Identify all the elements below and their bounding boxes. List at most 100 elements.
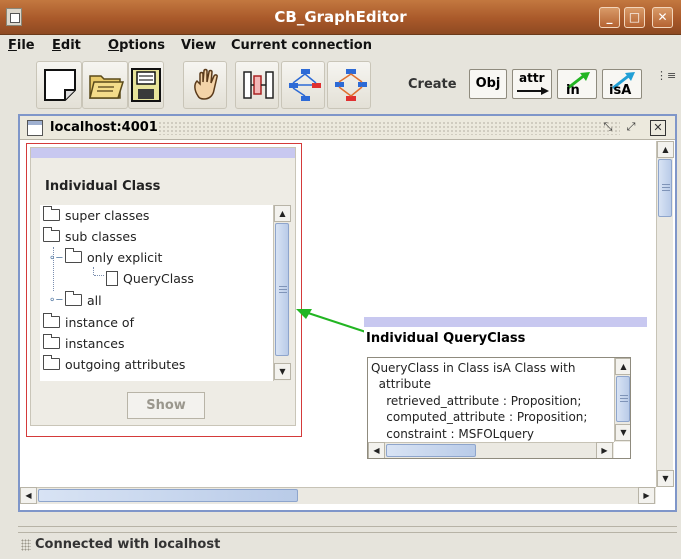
status-bar: Connected with localhost [18,532,677,556]
scroll-up-icon[interactable]: ▲ [274,205,291,222]
tree-item-outgoing-attributes[interactable]: outgoing attributes [43,355,185,377]
scroll-right-icon[interactable]: ▶ [596,442,613,458]
status-divider [18,526,677,527]
definition-line: QueryClass in Class isA Class with [371,361,576,375]
tree-item-instance-of[interactable]: instance of [43,313,134,335]
canvas-vscrollbar[interactable]: ▲ ▼ [656,141,674,487]
expand-toggle-icon[interactable]: ⚬─ [48,253,62,264]
hand-tool-button[interactable] [183,61,227,109]
menu-current-connection[interactable]: Current connection [231,38,372,53]
scroll-thumb[interactable] [658,159,672,217]
graph-layout-icon [243,71,274,99]
toolbar: Create Obj attr in isA ⋮≡ [0,57,681,113]
create-isa-button[interactable]: isA [602,69,642,99]
title-bar-texture [158,121,620,135]
folder-icon [43,313,60,328]
class-node-title: Individual Class [45,179,161,194]
attribute-arrow-icon [517,87,549,95]
grip-icon [662,184,670,191]
queryclass-definition-text[interactable]: QueryClass in Class isA Class with attri… [367,357,631,459]
maximize-button[interactable]: □ [624,7,645,28]
individual-queryclass-node[interactable]: Individual QueryClass QueryClass in Clas… [364,317,650,487]
attr-label: attr [519,71,545,85]
tree-connector [94,275,104,276]
scroll-thumb[interactable] [386,444,476,457]
folder-icon [65,248,82,263]
frame-icon [27,120,43,136]
isa-label: isA [609,83,632,98]
graph-frame: localhost:4001 ⤡ ⤢ ✕ Individual Class su… [18,114,677,512]
graph-tree-icon [289,69,321,101]
definition-hscrollbar[interactable]: ◀ ▶ [368,442,614,458]
minimize-button[interactable]: _ [599,7,620,28]
scroll-thumb[interactable] [38,489,298,502]
document-icon [106,271,118,286]
definition-vscrollbar[interactable]: ▲ ▼ [614,358,630,442]
scroll-up-icon[interactable]: ▲ [615,358,630,375]
graph-cycle-button[interactable] [327,61,371,109]
tree-item-only-explicit[interactable]: only explicit [65,248,162,270]
folder-icon [43,206,60,221]
app-window: CB_GraphEditor _ □ ✕ File Edit Options V… [0,0,681,559]
window-title: CB_GraphEditor [274,8,407,26]
scroll-left-icon[interactable]: ◀ [20,487,37,504]
individual-class-node[interactable]: Individual Class super classes sub class… [26,143,302,437]
frame-maximize-icon[interactable]: ⤢ [623,120,639,136]
class-node-header-bar [31,148,295,158]
scroll-thumb[interactable] [275,223,289,356]
menu-file[interactable]: File [8,38,35,53]
open-button[interactable] [82,61,128,109]
scroll-down-icon[interactable]: ▼ [615,424,630,441]
tree-item-super-classes[interactable]: super classes [43,206,149,228]
class-tree: super classes sub classes ⚬─ only explic… [40,205,291,381]
canvas-hscrollbar[interactable]: ◀ ▶ [20,487,656,504]
menu-edit[interactable]: Edit [52,38,81,53]
menu-bar: File Edit Options View Current connectio… [0,35,681,57]
folder-icon [43,334,60,349]
create-object-button[interactable]: Obj [469,69,507,99]
show-button[interactable]: Show [127,392,205,419]
create-label: Create [408,77,457,92]
tree-item-queryclass[interactable]: QueryClass [106,271,194,291]
folder-icon [65,291,82,306]
folder-icon [43,355,60,370]
scroll-down-icon[interactable]: ▼ [657,470,674,487]
tree-item-instances[interactable]: instances [43,334,124,356]
frame-minimize-icon[interactable]: ⤡ [600,120,616,136]
in-label: in [566,83,580,98]
toolbar-overflow-icon[interactable]: ⋮≡ [656,69,680,99]
menu-view[interactable]: View [181,38,216,53]
frame-close-icon[interactable]: ✕ [650,120,666,136]
scroll-up-icon[interactable]: ▲ [657,141,674,158]
definition-line: attribute [371,377,431,391]
graph-cycle-icon [335,69,367,101]
grip-icon [279,286,287,293]
queryclass-node-header-bar [364,317,647,327]
graph-frame-title-bar[interactable]: localhost:4001 ⤡ ⤢ ✕ [20,116,675,140]
layout-button[interactable] [235,61,279,109]
new-button[interactable] [36,61,82,109]
create-attribute-button[interactable]: attr [512,69,552,99]
collapse-toggle-icon[interactable]: ⚬─ [48,295,62,306]
definition-line: retrieved_attribute : Proposition; [371,394,582,408]
close-button[interactable]: ✕ [652,7,673,28]
hand-icon [194,68,218,100]
graph-tree-button[interactable] [281,61,325,109]
queryclass-node-title: Individual QueryClass [366,331,526,346]
menu-options[interactable]: Options [108,38,165,53]
title-bar[interactable]: CB_GraphEditor _ □ ✕ [0,0,681,35]
scroll-left-icon[interactable]: ◀ [368,442,385,458]
scroll-thumb[interactable] [616,376,630,422]
create-instanceof-button[interactable]: in [557,69,597,99]
frame-title: localhost:4001 [50,120,158,135]
scroll-down-icon[interactable]: ▼ [274,363,291,380]
class-tree-scrollbar[interactable]: ▲ ▼ [273,205,291,381]
folder-icon [43,227,60,242]
status-text: Connected with localhost [35,537,221,552]
tree-item-all[interactable]: all [65,291,102,313]
tree-item-sub-classes[interactable]: sub classes [43,227,137,249]
scroll-right-icon[interactable]: ▶ [638,487,655,504]
definition-line: computed_attribute : Proposition; [371,410,588,424]
graph-canvas[interactable]: Individual Class super classes sub class… [20,141,656,487]
save-button[interactable] [128,61,164,109]
